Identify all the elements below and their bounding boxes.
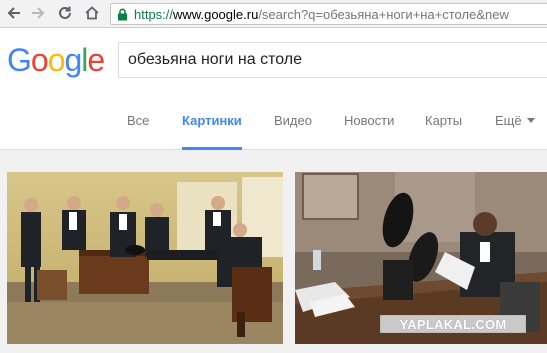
logo-letter: e — [87, 42, 105, 78]
search-tabs: Все Картинки Видео Новости Карты Ещё — [0, 92, 547, 150]
lock-icon — [118, 8, 127, 20]
search-input[interactable] — [119, 50, 547, 70]
browser-toolbar: https://www.google.ru/search?q=обезьяна+… — [0, 0, 547, 28]
reload-button[interactable] — [55, 3, 75, 23]
watermark: YAPLAKAL.COM — [380, 315, 526, 333]
tab-more[interactable]: Ещё — [495, 92, 535, 149]
url-scheme: https:// — [134, 6, 174, 22]
tab-all[interactable]: Все — [127, 92, 149, 149]
url-host: www.google.ru — [173, 6, 259, 22]
back-button[interactable] — [4, 3, 24, 23]
google-logo[interactable]: Google — [7, 42, 105, 78]
tab-news[interactable]: Новости — [344, 92, 394, 149]
url-path: /search?q=обезьяна+ноги+на+столе&new — [258, 6, 509, 22]
home-button[interactable] — [82, 3, 102, 23]
logo-letter: G — [7, 42, 32, 78]
address-bar[interactable]: https://www.google.ru/search?q=обезьяна+… — [110, 3, 547, 25]
chevron-down-icon — [526, 118, 535, 123]
logo-letter: o — [47, 42, 66, 78]
tab-video[interactable]: Видео — [274, 92, 312, 149]
logo-letter: o — [30, 42, 49, 78]
logo-text: Google — [7, 42, 105, 78]
forward-button[interactable] — [28, 3, 48, 23]
search-box[interactable] — [118, 42, 547, 78]
forward-arrow-icon — [32, 7, 45, 19]
logo-letter: g — [64, 42, 82, 78]
search-header: Google — [0, 28, 547, 92]
reload-icon — [59, 6, 71, 19]
image-result-1[interactable] — [7, 172, 283, 344]
home-icon — [85, 6, 99, 20]
tab-images[interactable]: Картинки — [182, 92, 242, 150]
tab-maps[interactable]: Карты — [425, 92, 462, 149]
back-arrow-icon — [7, 7, 20, 19]
oval-office-photo — [7, 172, 283, 344]
